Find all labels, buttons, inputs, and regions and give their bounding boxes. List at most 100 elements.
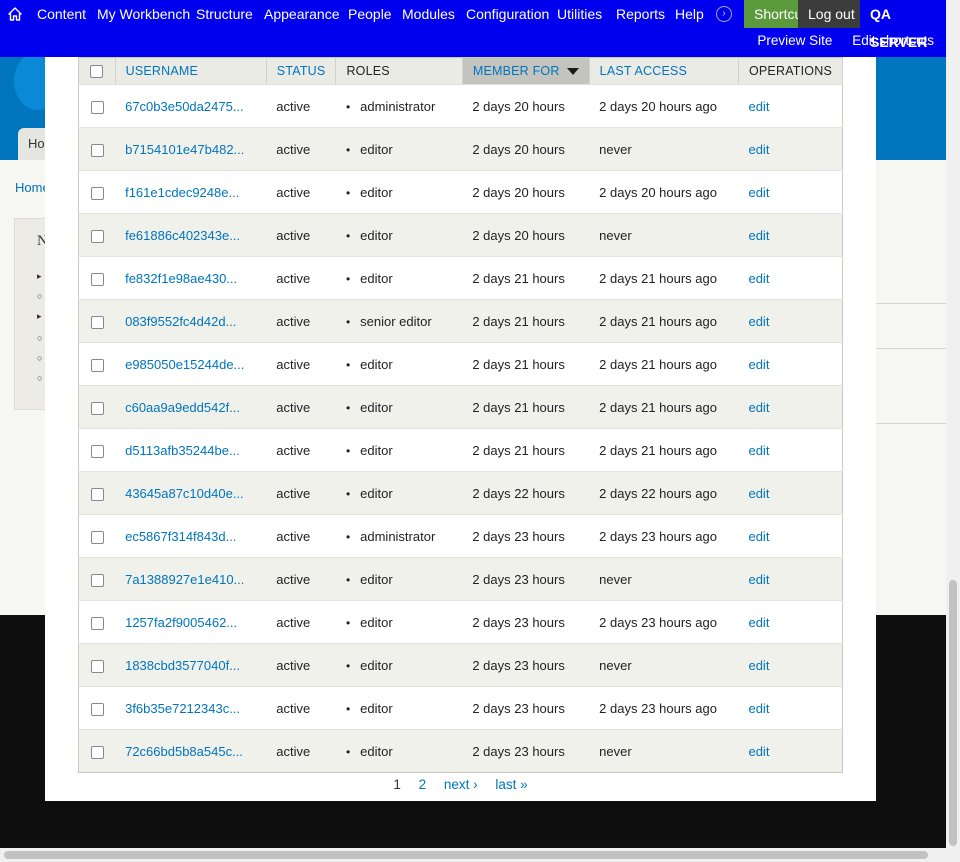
table-row: 083f9552fc4d42d... active senior editor 2 d… [78,299,843,343]
edit-shortcuts-link[interactable]: Edit shortcuts [852,33,934,48]
edit-link[interactable]: edit [748,744,769,759]
operations-cell: edit [738,256,843,300]
header-member-for[interactable]: MEMBER FOR [462,57,590,85]
pager-next[interactable]: next › [444,777,478,792]
edit-link[interactable]: edit [748,572,769,587]
header-username[interactable]: USERNAME [115,57,267,85]
row-checkbox[interactable] [90,358,104,372]
row-checkbox[interactable] [90,702,104,716]
vertical-scrollbar[interactable] [946,0,960,862]
row-checkbox[interactable] [90,530,104,544]
header-status[interactable]: STATUS [266,57,337,85]
edit-link[interactable]: edit [748,271,769,286]
select-all-checkbox[interactable] [90,65,104,79]
row-checkbox[interactable] [90,573,104,587]
operations-cell: edit [738,600,843,644]
edit-link[interactable]: edit [748,615,769,630]
edit-link[interactable]: edit [748,529,769,544]
menu-reports[interactable]: Reports [616,6,665,22]
role-item: editor [346,357,393,372]
username-cell: fe61886c402343e... [115,213,267,257]
edit-link[interactable]: edit [748,185,769,200]
logout-link[interactable]: Log out [798,0,865,28]
edit-link[interactable]: edit [748,701,769,716]
role-item: editor [346,615,393,630]
username-link[interactable]: ec5867f314f843d... [125,529,236,544]
row-checkbox[interactable] [90,315,104,329]
username-link[interactable]: 3f6b35e7212343c... [125,701,240,716]
menu-my-workbench[interactable]: My Workbench [97,6,190,22]
username-link[interactable]: fe61886c402343e... [125,228,240,243]
username-link[interactable]: f161e1cdec9248e... [125,185,239,200]
username-link[interactable]: 1257fa2f9005462... [125,615,237,630]
sort-descending-icon[interactable] [566,68,579,75]
bg-bullet-icon: ▸ [37,271,42,281]
table-row: ec5867f314f843d... active administrator 2 d… [78,514,843,558]
table-row: 3f6b35e7212343c... active editor 2 days 23 … [78,686,843,730]
username-link[interactable]: e985050e15244de... [125,357,244,372]
edit-link[interactable]: edit [748,658,769,673]
row-checkbox[interactable] [90,659,104,673]
operations-cell: edit [738,84,843,128]
username-link[interactable]: 43645a87c10d40e... [125,486,244,501]
row-checkbox[interactable] [90,272,104,286]
home-icon[interactable] [7,6,23,22]
shortcut-links: Preview Site Edit shortcuts [741,33,934,48]
shortcuts-toggle-icon[interactable]: › [716,6,732,22]
username-link[interactable]: 083f9552fc4d42d... [125,314,236,329]
operations-cell: edit [738,643,843,687]
table-row: b7154101e47b482... active editor 2 days 20 … [78,127,843,171]
menu-modules[interactable]: Modules [402,6,455,22]
member-for-cell: 2 days 23 hours [462,557,590,601]
row-checkbox[interactable] [90,143,104,157]
row-checkbox[interactable] [90,616,104,630]
edit-link[interactable]: edit [748,99,769,114]
row-checkbox[interactable] [90,229,104,243]
roles-cell: editor [335,428,463,472]
row-checkbox[interactable] [90,100,104,114]
menu-help[interactable]: Help [675,6,704,22]
pager-last[interactable]: last » [495,777,527,792]
username-link[interactable]: d5113afb35244be... [125,443,240,458]
row-select-cell [78,84,116,128]
status-cell: active [266,256,336,300]
username-link[interactable]: 72c66bd5b8a545c... [125,744,243,759]
menu-appearance[interactable]: Appearance [264,6,340,22]
row-checkbox[interactable] [90,401,104,415]
edit-link[interactable]: edit [748,357,769,372]
role-item: editor [346,744,393,759]
username-link[interactable]: 1838cbd3577040f... [125,658,240,673]
row-checkbox[interactable] [90,186,104,200]
menu-utilities[interactable]: Utilities [557,6,602,22]
last-access-cell: 2 days 23 hours ago [589,686,739,730]
row-checkbox[interactable] [90,487,104,501]
row-select-cell [78,428,116,472]
bg-bullet-icon: ▸ [37,311,42,321]
table-row: 43645a87c10d40e... active editor 2 days 22 … [78,471,843,515]
header-last-access[interactable]: LAST ACCESS [589,57,739,85]
edit-link[interactable]: edit [748,443,769,458]
edit-link[interactable]: edit [748,142,769,157]
username-link[interactable]: fe832f1e98ae430... [125,271,237,286]
bg-bullet-icon: ○ [37,333,43,343]
pager-page-2[interactable]: 2 [419,777,427,792]
edit-link[interactable]: edit [748,486,769,501]
row-select-cell [78,170,116,214]
row-checkbox[interactable] [90,745,104,759]
horizontal-scrollbar[interactable] [0,848,946,862]
username-link[interactable]: b7154101e47b482... [125,142,244,157]
username-link[interactable]: 67c0b3e50da2475... [125,99,244,114]
menu-structure[interactable]: Structure [196,6,253,22]
vertical-scrollbar-thumb[interactable] [949,580,957,846]
edit-link[interactable]: edit [748,314,769,329]
horizontal-scrollbar-thumb[interactable] [4,851,928,859]
menu-content[interactable]: Content [37,6,86,22]
edit-link[interactable]: edit [748,400,769,415]
username-link[interactable]: 7a1388927e1e410... [125,572,244,587]
preview-site-link[interactable]: Preview Site [757,33,832,48]
menu-configuration[interactable]: Configuration [466,6,549,22]
username-link[interactable]: c60aa9a9edd542f... [125,400,240,415]
row-checkbox[interactable] [90,444,104,458]
edit-link[interactable]: edit [748,228,769,243]
menu-people[interactable]: People [348,6,392,22]
